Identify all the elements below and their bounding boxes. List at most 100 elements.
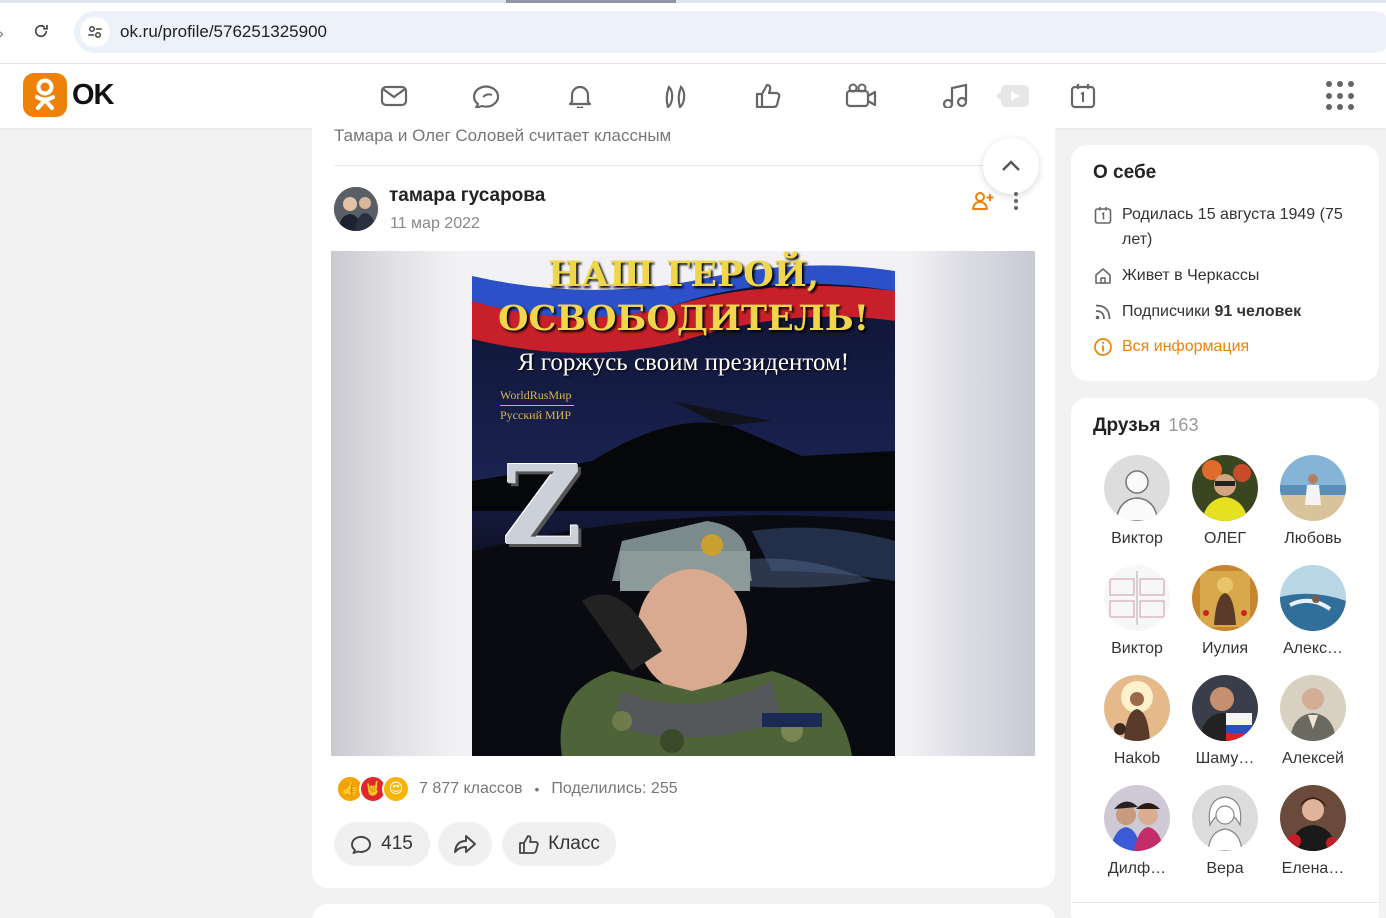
- rss-icon: [1095, 304, 1111, 320]
- followers-label: Подписчики: [1122, 303, 1211, 320]
- love-reaction-icon: 😍: [382, 775, 410, 803]
- reload-button[interactable]: [28, 18, 54, 44]
- friend-item[interactable]: Дилф…: [1093, 785, 1181, 878]
- followers-value: 91 человек: [1214, 303, 1302, 320]
- add-friend-button[interactable]: [970, 188, 996, 214]
- friend-name: Любовь: [1284, 530, 1342, 547]
- active-tab-indicator[interactable]: [506, 0, 676, 3]
- post-menu-button[interactable]: [1004, 188, 1028, 214]
- image-title-line2: ОСВОБОДИТЕЛЬ!: [498, 298, 869, 339]
- shares-count[interactable]: Поделились: 255: [551, 780, 677, 798]
- reload-icon: [34, 24, 48, 38]
- friend-avatar: [1192, 785, 1258, 851]
- reactions-count[interactable]: 7 877 классов: [419, 780, 522, 798]
- next-post-card: [312, 904, 1055, 918]
- friend-item[interactable]: Hakob: [1093, 675, 1181, 768]
- post-date[interactable]: 11 мар 2022: [390, 215, 480, 233]
- all-info-link[interactable]: Вся информация: [1093, 334, 1249, 359]
- browser-toolbar: › ok.ru/profile/576251325900: [0, 0, 1386, 64]
- friend-avatar: [1104, 785, 1170, 851]
- friend-avatar: [1104, 455, 1170, 521]
- ok-logo-icon: [23, 73, 67, 117]
- author-avatar[interactable]: [334, 187, 378, 231]
- comments-button[interactable]: 415: [334, 822, 430, 866]
- class-button[interactable]: Класс: [502, 822, 616, 866]
- divider: [334, 165, 1034, 166]
- image-letter: Z: [502, 441, 583, 570]
- post-image: НАШ ГЕРОЙ, ОСВОБОДИТЕЛЬ! Я горжусь своим…: [472, 251, 895, 756]
- home-icon: [1095, 268, 1111, 284]
- location-text: Живет в Черкассы: [1122, 267, 1260, 284]
- add-friend-icon: [972, 192, 994, 210]
- birth-row: Родилась 15 августа 1949 (75 лет): [1093, 202, 1363, 252]
- friend-name: Алекс…: [1282, 640, 1344, 657]
- feed-post-card: Тамара и Олег Соловей считает классным т…: [312, 108, 1055, 888]
- tab-strip: [0, 0, 1386, 3]
- image-title-line1: НАШ ГЕРОЙ,: [547, 254, 820, 295]
- calendar-icon[interactable]: [1065, 78, 1101, 114]
- friend-item[interactable]: Любовь: [1269, 455, 1357, 548]
- apps-grid-icon[interactable]: [1326, 81, 1356, 111]
- friend-item[interactable]: Виктор: [1093, 565, 1181, 658]
- class-label: Класс: [548, 833, 600, 854]
- friend-name: Шаму…: [1195, 750, 1255, 767]
- calendar-small-icon: [1094, 207, 1112, 224]
- friend-name: Hakob: [1113, 750, 1161, 767]
- birth-text: Родилась 15 августа 1949 (75: [1122, 206, 1343, 223]
- friend-item[interactable]: Иулия: [1181, 565, 1269, 658]
- reactions-bar[interactable]: 👍 🤘 😍 7 877 классов • Поделились: 255: [336, 775, 678, 803]
- tune-icon: [88, 26, 102, 38]
- friend-name: Виктор: [1111, 530, 1163, 547]
- share-button[interactable]: [438, 822, 492, 866]
- url-text[interactable]: ok.ru/profile/576251325900: [120, 22, 327, 42]
- friends-count: 163: [1168, 415, 1199, 435]
- friend-avatar: [1104, 675, 1170, 741]
- info-icon: [1094, 338, 1112, 356]
- image-subtitle: Я горжусь своим президентом!: [517, 349, 850, 376]
- chevron-up-icon: [1002, 160, 1020, 171]
- friend-name: Виктор: [1111, 640, 1163, 657]
- friend-avatar: [1280, 785, 1346, 851]
- author-name[interactable]: тамара гусарова: [389, 185, 545, 207]
- friend-name: Иулия: [1201, 640, 1249, 657]
- forward-icon[interactable]: ›: [0, 24, 4, 43]
- birth-text-cont: лет): [1122, 231, 1153, 248]
- friend-item[interactable]: Виктор: [1093, 455, 1181, 548]
- watermark-line1: WorldRusМир: [500, 388, 572, 402]
- friend-name: ОЛЕГ: [1203, 530, 1247, 547]
- friends-title[interactable]: Друзья 163: [1093, 415, 1198, 437]
- friend-item[interactable]: Вера: [1181, 785, 1269, 878]
- scroll-top-button[interactable]: [983, 138, 1039, 194]
- friend-item[interactable]: ОЛЕГ: [1181, 455, 1269, 548]
- reaction-icons: 👍 🤘 😍: [336, 775, 410, 803]
- friend-avatar: [1280, 675, 1346, 741]
- friend-item[interactable]: Алекс…: [1269, 565, 1357, 658]
- friend-avatar: [1192, 565, 1258, 631]
- address-bar[interactable]: ok.ru/profile/576251325900: [74, 11, 1386, 53]
- site-info-button[interactable]: [80, 17, 110, 47]
- share-icon: [454, 835, 476, 853]
- watermark-line2: Русский МИР: [500, 408, 572, 423]
- friend-name: Дилф…: [1107, 860, 1167, 877]
- friend-item[interactable]: Елена…: [1269, 785, 1357, 878]
- friend-avatar: [1192, 455, 1258, 521]
- comment-icon: [351, 835, 372, 854]
- friend-item[interactable]: Алексей: [1269, 675, 1357, 768]
- liked-by-text[interactable]: Тамара и Олег Соловей считает классным: [334, 126, 671, 146]
- ok-logo[interactable]: OK: [23, 73, 114, 117]
- comments-count: 415: [381, 833, 413, 854]
- friend-name: Вера: [1206, 860, 1244, 877]
- friend-item[interactable]: Шаму…: [1181, 675, 1269, 768]
- friend-avatar: [1192, 675, 1258, 741]
- about-title: О себе: [1093, 162, 1157, 183]
- thumbs-up-icon: [519, 835, 539, 854]
- friend-avatar: [1280, 565, 1346, 631]
- divider: [1071, 902, 1379, 903]
- friend-name: Елена…: [1281, 860, 1345, 877]
- friend-avatar: [1104, 565, 1170, 631]
- followers-row[interactable]: Подписчики 91 человек: [1093, 299, 1301, 324]
- post-image-container[interactable]: НАШ ГЕРОЙ, ОСВОБОДИТЕЛЬ! Я горжусь своим…: [331, 251, 1035, 756]
- friend-avatar: [1280, 455, 1346, 521]
- all-info-text: Вся информация: [1122, 338, 1250, 355]
- location-row: Живет в Черкассы: [1093, 263, 1259, 288]
